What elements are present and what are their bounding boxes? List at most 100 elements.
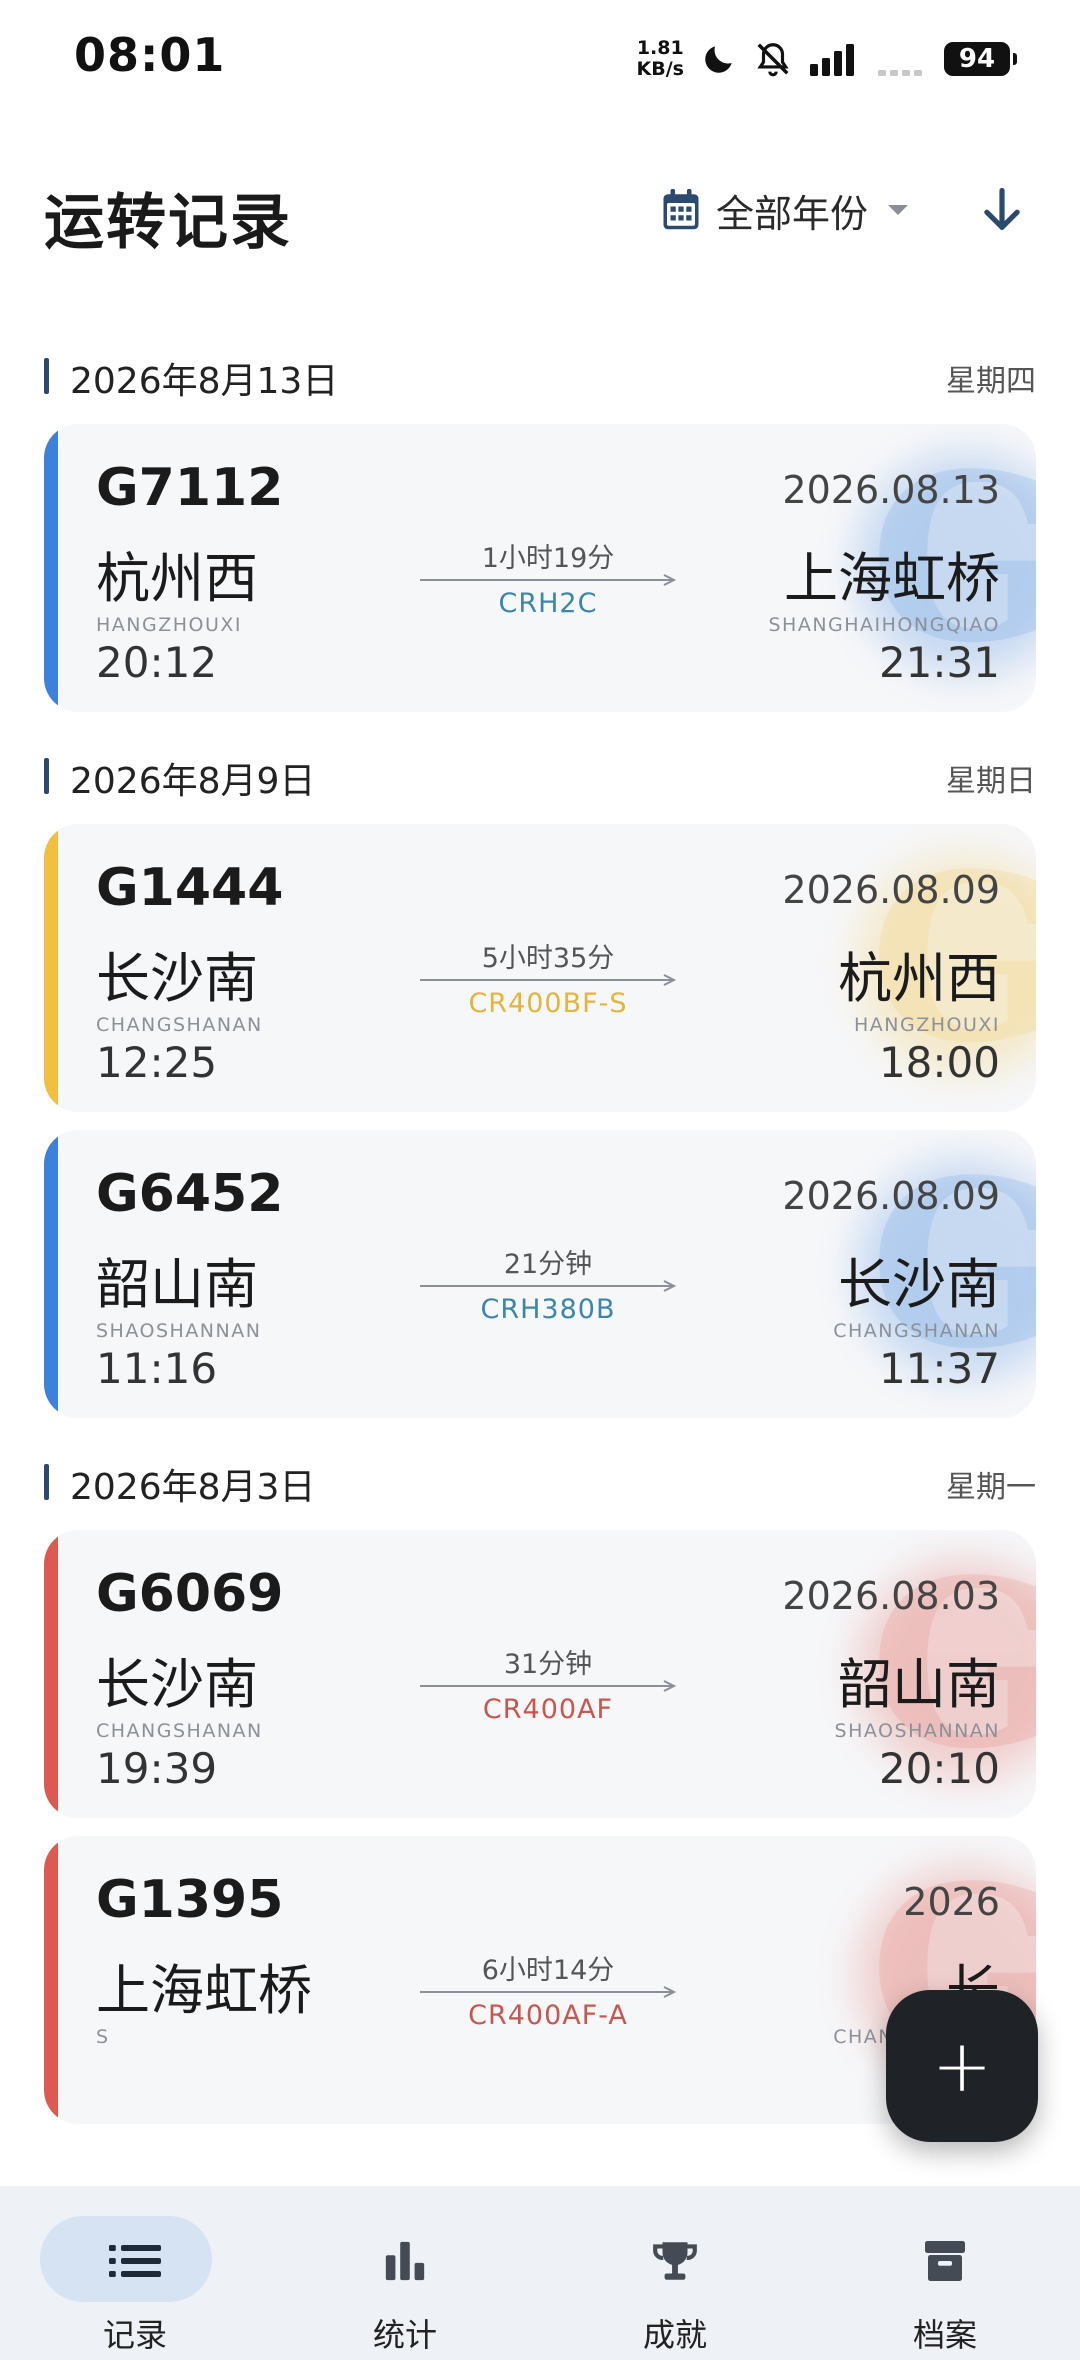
app-screen: 08:01 1.81 KB/s 94 运转记录 全部年份 2026年8月13日 … bbox=[0, 0, 1080, 2360]
train-model: CRH2C bbox=[498, 588, 598, 619]
date-header: 2026年8月9日 星期日 bbox=[0, 730, 1080, 818]
nav-label: 统计 bbox=[372, 2316, 437, 2354]
date-label: 2026年8月9日 bbox=[70, 761, 316, 802]
battery-icon: 94 bbox=[944, 42, 1017, 76]
trip-card[interactable]: G G7112 杭州西 HANGZHOUXI 20:12 2026.08.13 … bbox=[44, 424, 1036, 712]
departure-station: 上海虹桥 bbox=[96, 1959, 312, 2022]
date-label: 2026年8月13日 bbox=[70, 361, 339, 402]
trip-duration: 31分钟 bbox=[503, 1649, 593, 1680]
arrival-time: 18:00 bbox=[878, 1038, 1000, 1087]
net-speed-value: 1.81 bbox=[636, 37, 684, 59]
status-bar: 08:01 1.81 KB/s 94 bbox=[0, 0, 1080, 120]
trip-list[interactable]: 2026年8月13日 星期四 G G7112 杭州西 HANGZHOUXI 20… bbox=[0, 330, 1080, 2142]
date-header-bar bbox=[44, 758, 49, 794]
nav-label: 档案 bbox=[912, 2316, 977, 2354]
departure-pinyin: CHANGSHANAN bbox=[96, 1014, 263, 1036]
train-model: CRH380B bbox=[480, 1294, 616, 1325]
plus-icon: + bbox=[931, 2024, 993, 2108]
trip-duration: 5小时35分 bbox=[481, 943, 615, 974]
bottom-nav: 记录 统计 成就 档案 bbox=[0, 2186, 1080, 2360]
train-number: G6452 bbox=[96, 1164, 284, 1224]
date-label: 2026年8月3日 bbox=[70, 1467, 316, 1508]
train-number: G1444 bbox=[96, 858, 284, 918]
trip-card[interactable]: G G6452 韶山南 SHAOSHANNAN 11:16 2026.08.09… bbox=[44, 1130, 1036, 1418]
archive-icon bbox=[919, 2238, 971, 2284]
arrival-time: 11:37 bbox=[878, 1344, 1000, 1393]
arrow-right-icon bbox=[420, 974, 677, 986]
weekday-label: 星期日 bbox=[946, 764, 1036, 799]
chevron-down-icon bbox=[888, 205, 909, 215]
arrival-station: 长沙南 bbox=[838, 1253, 1000, 1316]
net-speed-unit: KB/s bbox=[636, 58, 684, 80]
departure-station: 长沙南 bbox=[96, 1653, 258, 1716]
train-number: G7112 bbox=[96, 458, 284, 518]
nav-label: 记录 bbox=[102, 2316, 167, 2354]
nav-label: 成就 bbox=[642, 2316, 707, 2354]
train-model: CR400BF-S bbox=[468, 988, 628, 1019]
card-accent-bar bbox=[44, 1836, 58, 2124]
trip-date: 2026.08.03 bbox=[782, 1574, 1000, 1618]
trip-date: 2026.08.09 bbox=[782, 1174, 1000, 1218]
arrival-pinyin: HANGZHOUXI bbox=[853, 1014, 1000, 1036]
trip-date: 2026 bbox=[903, 1880, 1000, 1924]
nav-item-stats[interactable]: 统计 bbox=[270, 2186, 540, 2360]
card-accent-bar bbox=[44, 1530, 58, 1818]
arrival-station: 杭州西 bbox=[838, 947, 1000, 1010]
departure-pinyin: SHAOSHANNAN bbox=[96, 1320, 262, 1342]
trip-duration: 6小时14分 bbox=[481, 1955, 615, 1986]
wifi-dots-icon bbox=[878, 70, 922, 76]
departure-pinyin: CHANGSHANAN bbox=[96, 1720, 263, 1742]
weekday-label: 星期一 bbox=[946, 1470, 1036, 1505]
signal-icon bbox=[810, 44, 854, 76]
trip-duration: 1小时19分 bbox=[481, 543, 615, 574]
card-accent-bar bbox=[44, 424, 58, 712]
arrival-pinyin: CHANGSHANAN bbox=[833, 1320, 1000, 1342]
nav-item-achievements[interactable]: 成就 bbox=[540, 2186, 810, 2360]
train-model: CR400AF-A bbox=[468, 2000, 628, 2031]
departure-time: 12:25 bbox=[96, 1038, 218, 1087]
arrival-time: 21:31 bbox=[878, 638, 1000, 687]
departure-station: 长沙南 bbox=[96, 947, 258, 1010]
weekday-label: 星期四 bbox=[946, 364, 1036, 399]
net-speed: 1.81 KB/s bbox=[637, 38, 684, 80]
year-filter-dropdown[interactable]: 全部年份 bbox=[660, 180, 909, 240]
trip-card[interactable]: G G1444 长沙南 CHANGSHANAN 12:25 2026.08.09… bbox=[44, 824, 1036, 1112]
trip-date: 2026.08.13 bbox=[782, 468, 1000, 512]
arrival-station: 韶山南 bbox=[838, 1653, 1000, 1716]
card-accent-bar bbox=[44, 824, 58, 1112]
page-header: 运转记录 全部年份 bbox=[0, 150, 1080, 270]
bar-chart-icon bbox=[379, 2238, 431, 2284]
departure-pinyin: HANGZHOUXI bbox=[96, 614, 243, 636]
add-record-button[interactable]: + bbox=[886, 1990, 1038, 2142]
trip-card[interactable]: G G6069 长沙南 CHANGSHANAN 19:39 2026.08.03… bbox=[44, 1530, 1036, 1818]
departure-time: 11:16 bbox=[96, 1344, 218, 1393]
date-header: 2026年8月3日 星期一 bbox=[0, 1436, 1080, 1524]
card-accent-bar bbox=[44, 1130, 58, 1418]
departure-time: 19:39 bbox=[96, 1744, 218, 1793]
train-model: CR400AF bbox=[482, 1694, 614, 1725]
nav-item-archive[interactable]: 档案 bbox=[810, 2186, 1080, 2360]
arrow-right-icon bbox=[420, 574, 677, 586]
download-icon bbox=[984, 187, 1020, 230]
date-header: 2026年8月13日 星期四 bbox=[0, 330, 1080, 418]
arrow-right-icon bbox=[420, 1986, 677, 1998]
trophy-icon bbox=[649, 2238, 701, 2284]
nav-item-records[interactable]: 记录 bbox=[0, 2186, 270, 2360]
departure-station: 韶山南 bbox=[96, 1253, 258, 1316]
arrow-right-icon bbox=[420, 1280, 677, 1292]
page-title: 运转记录 bbox=[44, 188, 292, 258]
departure-pinyin: S bbox=[96, 2026, 110, 2048]
calendar-icon bbox=[663, 189, 699, 230]
train-number: G1395 bbox=[96, 1870, 284, 1930]
arrow-right-icon bbox=[420, 1680, 677, 1692]
date-header-bar bbox=[44, 358, 49, 394]
moon-icon bbox=[705, 46, 732, 73]
arrival-time: 20:10 bbox=[878, 1744, 1000, 1793]
list-icon bbox=[109, 2238, 161, 2284]
arrival-pinyin: SHANGHAIHONGQIAO bbox=[768, 614, 1000, 636]
departure-time: 20:12 bbox=[96, 638, 218, 687]
year-filter-label: 全部年份 bbox=[716, 191, 869, 236]
download-button[interactable] bbox=[970, 178, 1034, 242]
arrival-pinyin: SHAOSHANNAN bbox=[834, 1720, 1000, 1742]
battery-level: 94 bbox=[958, 44, 996, 74]
